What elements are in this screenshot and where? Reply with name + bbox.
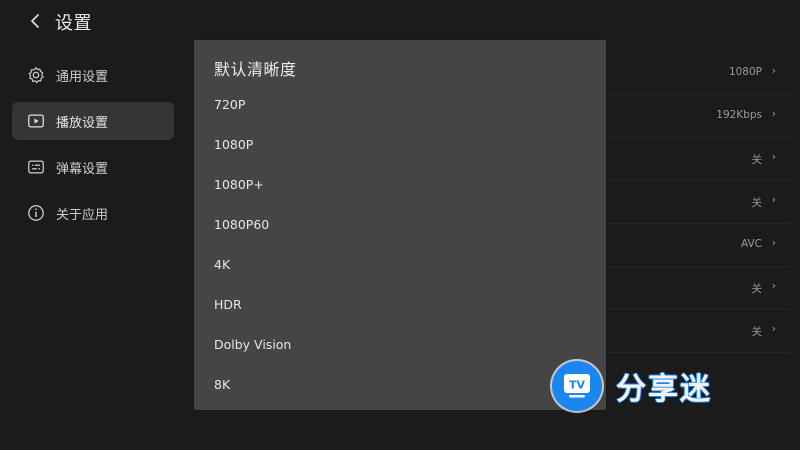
option-1080p60[interactable]: 1080P60 [194,204,606,244]
chevron-right-icon: › [771,150,776,163]
sidebar-item-label: 播放设置 [56,115,109,131]
sidebar-item-label: 弹幕设置 [56,161,109,177]
svg-text:TV: TV [569,379,586,392]
option-1080p-plus[interactable]: 1080P+ [194,164,606,204]
sidebar-item-label: 通用设置 [56,69,109,85]
resolution-dialog: 默认清晰度 720P 1080P 1080P+ 1080P60 4K HDR D… [194,40,606,410]
option-4k[interactable]: 4K [194,244,606,284]
info-icon [26,203,46,223]
setting-value: 关 [751,283,763,295]
resolution-options: 720P 1080P 1080P+ 1080P60 4K HDR Dolby V… [194,84,606,404]
watermark-text: 分享迷 [616,372,712,407]
sidebar: 通用设置 播放设置 弹幕设置 关于应用 [12,56,174,240]
chevron-right-icon: › [771,107,776,120]
option-dolby-vision[interactable]: Dolby Vision [194,324,606,364]
dialog-title: 默认清晰度 [214,60,297,79]
header: 设置 [0,0,800,44]
watermark-logo: TV 分享迷 [552,360,752,412]
setting-value: 关 [751,154,763,166]
chevron-right-icon: › [771,64,776,77]
gear-icon [26,65,46,85]
sidebar-item-playback[interactable]: 播放设置 [12,102,174,140]
danmaku-icon [26,157,46,177]
chevron-left-icon [31,14,39,28]
option-8k[interactable]: 8K [194,364,606,404]
setting-value: 192Kbps [716,109,762,121]
play-icon [26,111,46,131]
chevron-right-icon: › [771,193,776,206]
sidebar-item-label: 关于应用 [56,207,109,223]
page-title: 设置 [55,13,92,34]
chevron-right-icon: › [771,279,776,292]
option-720p[interactable]: 720P [194,84,606,124]
setting-value: 关 [751,326,763,338]
setting-value: 关 [751,197,763,209]
sidebar-item-about[interactable]: 关于应用 [12,194,174,232]
chevron-right-icon: › [771,236,776,249]
tv-logo-icon: TV [552,361,602,411]
setting-value: 1080P [728,66,762,78]
option-hdr[interactable]: HDR [194,284,606,324]
back-button[interactable] [24,10,46,32]
option-1080p[interactable]: 1080P [194,124,606,164]
sidebar-item-danmaku[interactable]: 弹幕设置 [12,148,174,186]
chevron-right-icon: › [771,322,776,335]
setting-value: AVC [740,238,762,250]
sidebar-item-general[interactable]: 通用设置 [12,56,174,94]
